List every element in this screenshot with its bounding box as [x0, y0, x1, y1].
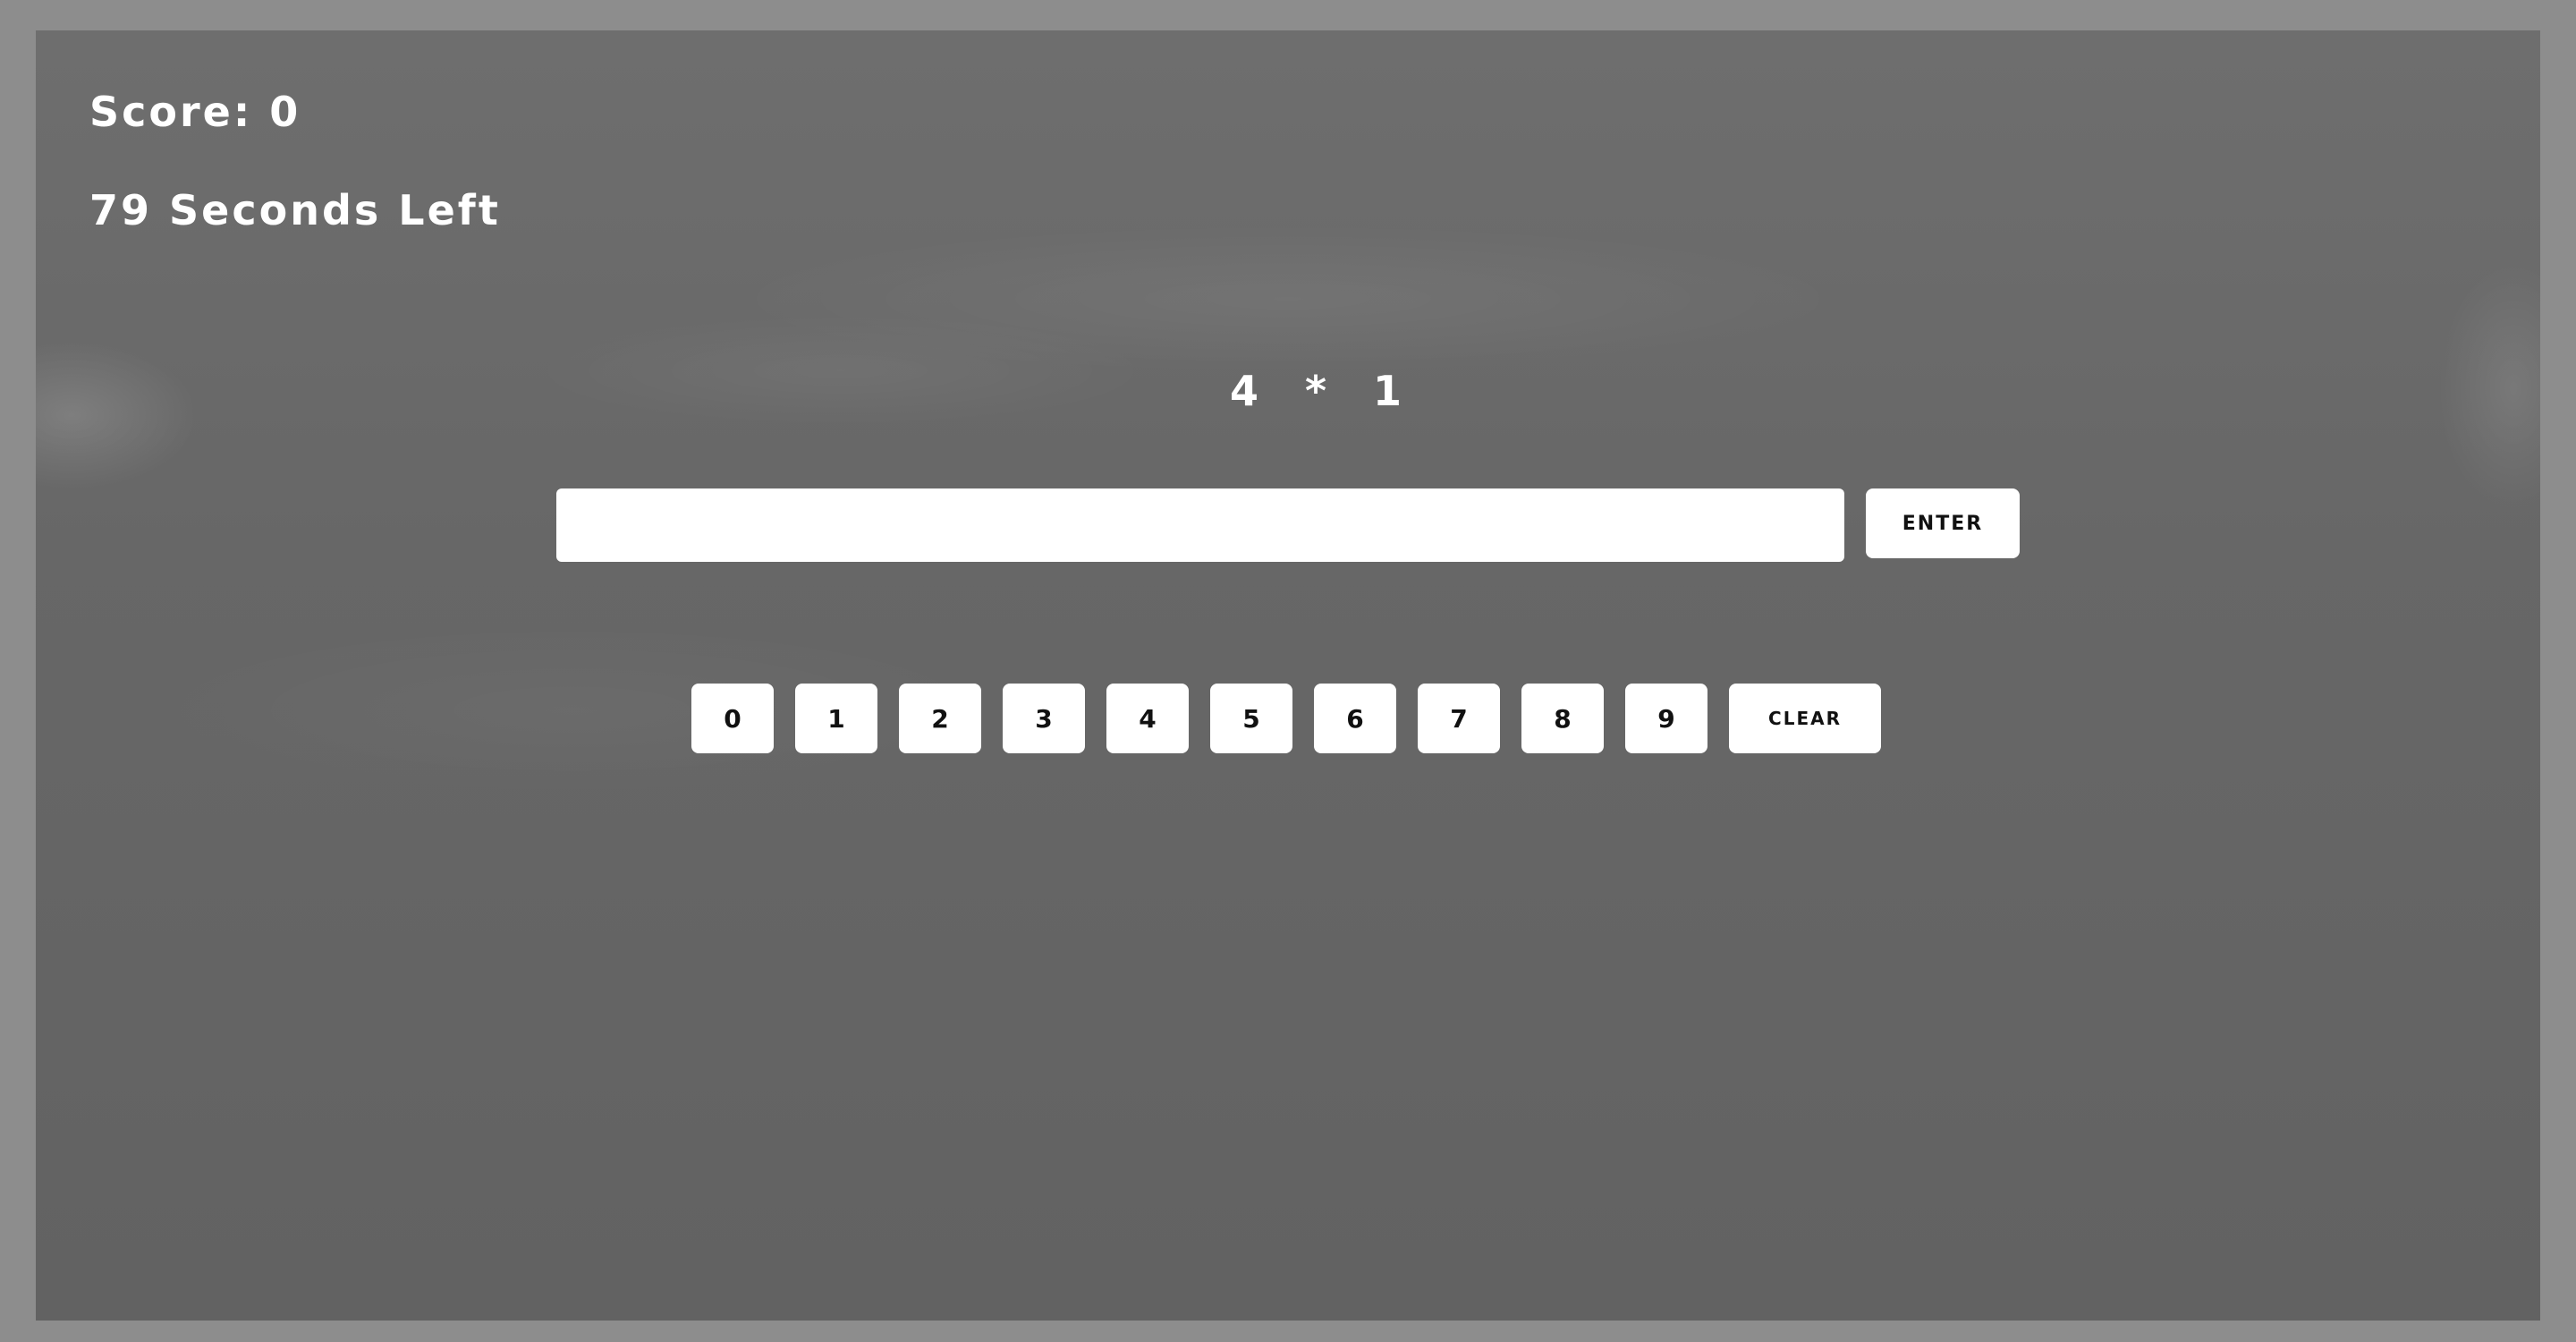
- answer-input[interactable]: [556, 488, 1844, 562]
- key-2[interactable]: 2: [899, 684, 981, 753]
- key-4[interactable]: 4: [1106, 684, 1189, 753]
- enter-button[interactable]: ENTER: [1866, 488, 2020, 558]
- key-3[interactable]: 3: [1003, 684, 1085, 753]
- score-label: Score: 0: [89, 88, 301, 136]
- time-remaining-label: 79 Seconds Left: [89, 186, 501, 234]
- number-keypad: 0 1 2 3 4 5 6 7 8 9 CLEAR: [691, 684, 1881, 753]
- key-8[interactable]: 8: [1521, 684, 1604, 753]
- key-0[interactable]: 0: [691, 684, 774, 753]
- board-frame: Score: 0 79 Seconds Left 4 * 1 ENTER 0 1…: [0, 0, 2576, 1342]
- chalkboard: Score: 0 79 Seconds Left 4 * 1 ENTER 0 1…: [36, 30, 2540, 1321]
- key-6[interactable]: 6: [1314, 684, 1396, 753]
- key-5[interactable]: 5: [1210, 684, 1292, 753]
- clear-button[interactable]: CLEAR: [1729, 684, 1881, 753]
- key-7[interactable]: 7: [1418, 684, 1500, 753]
- math-problem: 4 * 1: [1229, 367, 1419, 415]
- key-1[interactable]: 1: [795, 684, 877, 753]
- key-9[interactable]: 9: [1625, 684, 1707, 753]
